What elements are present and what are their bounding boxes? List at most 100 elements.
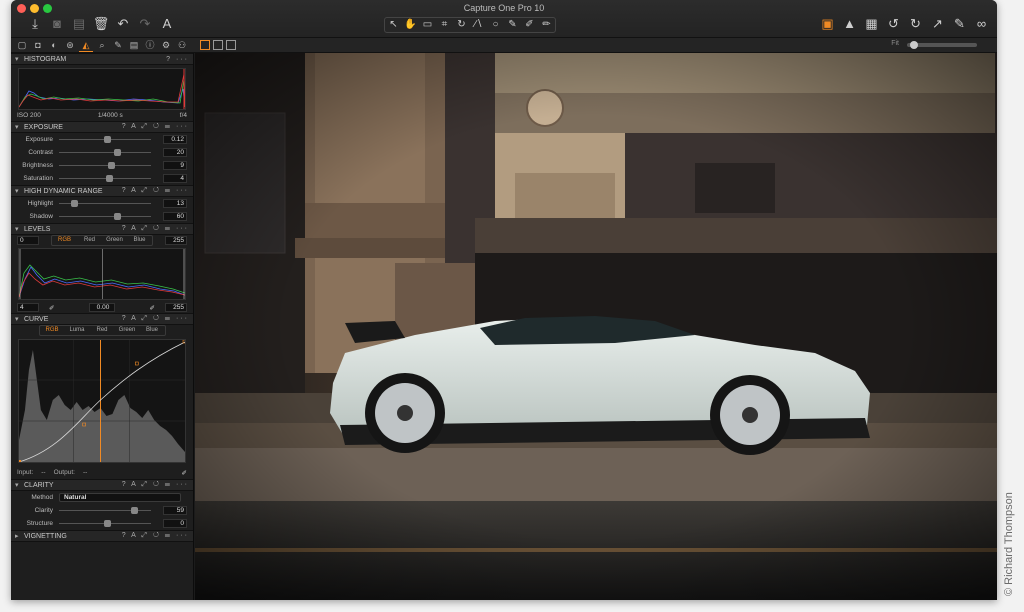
undo-icon[interactable]: ↶ xyxy=(113,15,133,33)
tool-options-icon[interactable]: ? A ⤢ ↺ ☰ ··· xyxy=(122,481,193,489)
edit-icon[interactable]: ✎ xyxy=(950,15,969,33)
grid-view-icon[interactable] xyxy=(200,40,210,50)
histogram-header[interactable]: ▾ HISTOGRAM ? ··· xyxy=(11,53,193,65)
white-picker-icon[interactable]: ✐ xyxy=(150,304,155,312)
folder-icon[interactable]: ▤ xyxy=(69,15,89,33)
slider-knob[interactable] xyxy=(106,175,113,182)
levels-output-high[interactable]: 255 xyxy=(165,236,187,245)
slider-value-field[interactable]: 59 xyxy=(163,506,187,515)
picker-cursor-icon[interactable]: ✐ xyxy=(521,18,538,32)
levels-channel-green[interactable]: Green xyxy=(102,236,127,245)
tool-options-icon[interactable]: ? A ⤢ ↺ ☰ ··· xyxy=(122,187,193,195)
layers-icon[interactable]: ▣ xyxy=(818,15,837,33)
levels-channel-red[interactable]: Red xyxy=(77,236,102,245)
image-viewer[interactable] xyxy=(195,53,997,600)
levels-header[interactable]: ▾ LEVELS ? A ⤢ ↺ ☰ ··· xyxy=(11,223,193,235)
zoom-fit-label[interactable]: Fit xyxy=(891,40,899,47)
batch-tab-icon[interactable]: ⚙ xyxy=(159,39,173,52)
select-cursor-icon[interactable]: ↖ xyxy=(385,18,402,32)
adjustments-tab-icon[interactable]: ✎ xyxy=(111,39,125,52)
import-icon[interactable]: ⤓ xyxy=(25,15,45,33)
slider-track[interactable] xyxy=(59,175,151,182)
levels-input-high[interactable]: 255 xyxy=(165,303,187,312)
compare-view-icon[interactable] xyxy=(226,40,236,50)
export-icon[interactable]: ↗ xyxy=(928,15,947,33)
tool-options-icon[interactable]: ? A ⤢ ↺ ☰ ··· xyxy=(122,532,193,540)
slider-knob[interactable] xyxy=(114,149,121,156)
levels-output-low[interactable]: 0 xyxy=(17,236,39,245)
library-tab-icon[interactable]: ▢ xyxy=(15,39,29,52)
vignetting-header[interactable]: ▸ VIGNETTING ? A ⤢ ↺ ☰ ··· xyxy=(11,530,193,542)
curve-header[interactable]: ▾ CURVE ? A ⤢ ↺ ☰ ··· xyxy=(11,313,193,325)
lens-tab-icon[interactable]: ◐ xyxy=(47,39,61,52)
exposure-tab-icon[interactable]: ◭ xyxy=(79,39,93,52)
tool-options-icon[interactable]: ? ··· xyxy=(166,56,193,63)
tool-options-icon[interactable]: ? A ⤢ ↺ ☰ ··· xyxy=(122,225,193,233)
rotate-cursor-icon[interactable]: ↻ xyxy=(453,18,470,32)
output-tab-icon[interactable]: ⓘ xyxy=(143,39,157,52)
method-select[interactable]: Natural xyxy=(59,493,181,502)
slider-knob[interactable] xyxy=(108,162,115,169)
slider-track[interactable] xyxy=(59,136,151,143)
tool-options-icon[interactable]: ? A ⤢ ↺ ☰ ··· xyxy=(122,315,193,323)
curve-channel-red[interactable]: Red xyxy=(90,326,115,335)
brush-cursor-icon[interactable]: ✎ xyxy=(504,18,521,32)
curve-channel-blue[interactable]: Blue xyxy=(140,326,165,335)
capture-tab-icon[interactable]: ◘ xyxy=(31,39,45,52)
grid-icon[interactable]: ▦ xyxy=(862,15,881,33)
slider-track[interactable] xyxy=(59,507,151,514)
settings-tab-icon[interactable]: ⚇ xyxy=(175,39,189,52)
metadata-tab-icon[interactable]: ▤ xyxy=(127,39,141,52)
glasses-icon[interactable]: ∞ xyxy=(972,15,991,33)
camera-icon[interactable]: ◙ xyxy=(47,15,67,33)
trash-icon[interactable]: 🗑 xyxy=(91,15,111,33)
curve-editor[interactable] xyxy=(18,339,187,463)
details-tab-icon[interactable]: ⌕ xyxy=(95,39,109,52)
slider-track[interactable] xyxy=(59,162,151,169)
levels-channel-rgb[interactable]: RGB xyxy=(52,236,77,245)
slider-track[interactable] xyxy=(59,200,151,207)
slider-track[interactable] xyxy=(59,213,151,220)
slider-knob[interactable] xyxy=(131,507,138,514)
slider-value-field[interactable]: 13 xyxy=(163,199,187,208)
single-view-icon[interactable] xyxy=(213,40,223,50)
slider-value-field[interactable]: 9 xyxy=(163,161,187,170)
slider-track[interactable] xyxy=(59,149,151,156)
loupe-cursor-icon[interactable]: ▭ xyxy=(419,18,436,32)
eraser-cursor-icon[interactable]: ✏ xyxy=(538,18,555,32)
levels-input-low[interactable]: 4 xyxy=(17,303,39,312)
curve-channel-luma[interactable]: Luma xyxy=(65,326,90,335)
slider-knob[interactable] xyxy=(114,213,121,220)
slider-track[interactable] xyxy=(59,520,151,527)
rotate-left-icon[interactable]: ↺ xyxy=(884,15,903,33)
exposure-header[interactable]: ▾ EXPOSURE ? A ⤢ ↺ ☰ ··· xyxy=(11,121,193,133)
crop-cursor-icon[interactable]: ⌗ xyxy=(436,18,453,32)
black-picker-icon[interactable]: ✐ xyxy=(49,304,54,312)
slider-knob[interactable] xyxy=(104,136,111,143)
levels-channel-blue[interactable]: Blue xyxy=(127,236,152,245)
hdr-header[interactable]: ▾ HIGH DYNAMIC RANGE ? A ⤢ ↺ ☰ ··· xyxy=(11,185,193,197)
pan-cursor-icon[interactable]: ✋ xyxy=(402,18,419,32)
color-tab-icon[interactable]: ⊛ xyxy=(63,39,77,52)
rotate-right-icon[interactable]: ↻ xyxy=(906,15,925,33)
slider-value-field[interactable]: 20 xyxy=(163,148,187,157)
curve-channel-green[interactable]: Green xyxy=(115,326,140,335)
slider-value-field[interactable]: 0 xyxy=(163,519,187,528)
keystone-cursor-icon[interactable]: ∕∖ xyxy=(470,18,487,32)
tool-options-icon[interactable]: ? A ⤢ ↺ ☰ ··· xyxy=(122,123,193,131)
curve-channel-rgb[interactable]: RGB xyxy=(40,326,65,335)
clarity-header[interactable]: ▾ CLARITY ? A ⤢ ↺ ☰ ··· xyxy=(11,479,193,491)
curve-picker-icon[interactable]: ✐ xyxy=(182,469,187,477)
spot-cursor-icon[interactable]: ○ xyxy=(487,18,504,32)
slider-value-field[interactable]: 4 xyxy=(163,174,187,183)
slider-value-field[interactable]: 60 xyxy=(163,212,187,221)
slider-value-field[interactable]: 0.12 xyxy=(163,135,187,144)
redo-icon[interactable]: ↷ xyxy=(135,15,155,33)
slider-knob[interactable] xyxy=(71,200,78,207)
zoom-slider[interactable] xyxy=(907,41,977,49)
warning-icon[interactable]: ▲ xyxy=(840,15,859,33)
levels-histogram[interactable] xyxy=(18,248,186,300)
text-tool-icon[interactable]: A xyxy=(157,15,177,33)
levels-midtone[interactable]: 0.00 xyxy=(89,303,115,312)
slider-knob[interactable] xyxy=(104,520,111,527)
